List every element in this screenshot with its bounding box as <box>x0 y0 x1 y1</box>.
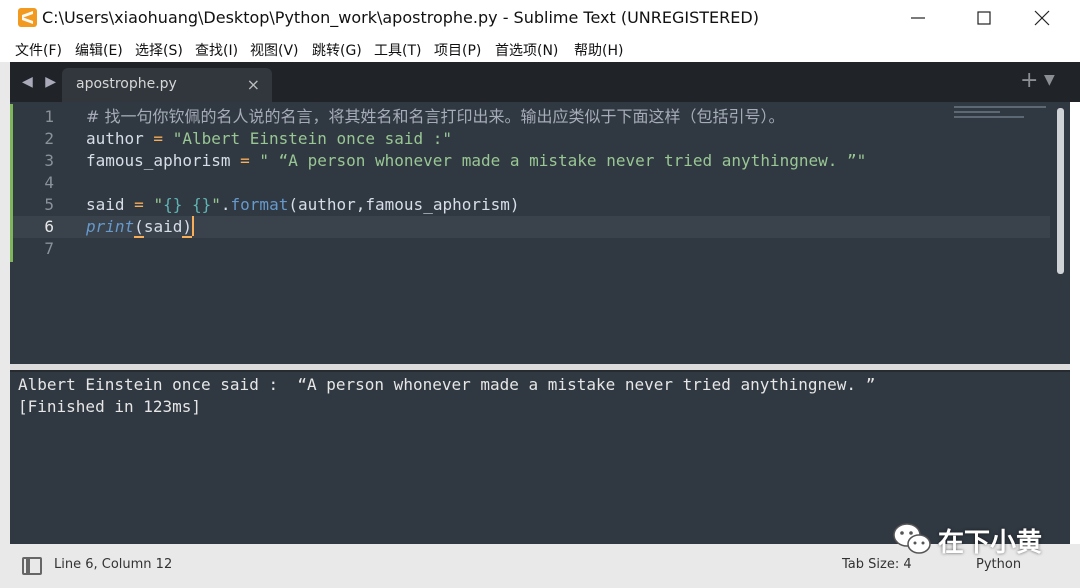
argument: said <box>143 217 183 236</box>
output-line: Albert Einstein once said : “A person wh… <box>18 375 876 394</box>
code-line-3[interactable]: 3 famous_aphorism = " “A person whonever… <box>10 150 1050 172</box>
new-tab-icon[interactable]: + <box>1020 68 1038 93</box>
tab-nav-arrows-icon[interactable]: ◀ ▶ <box>22 74 60 90</box>
menu-find[interactable]: 查找(I) <box>195 40 238 60</box>
line-number: 7 <box>44 239 54 258</box>
minimap[interactable] <box>954 106 1054 126</box>
maximize-button[interactable] <box>962 4 1006 32</box>
minimize-icon <box>911 17 925 19</box>
watermark-text: 在下小黄 <box>938 528 1043 558</box>
tab-menu-icon[interactable]: ▼ <box>1044 72 1055 88</box>
line-number: 5 <box>44 195 54 214</box>
menu-edit[interactable]: 编辑(E) <box>75 40 123 60</box>
dot: . <box>220 195 231 214</box>
line-number: 2 <box>44 129 54 148</box>
format-placeholder: {} <box>191 195 212 214</box>
wechat-icon <box>893 523 931 554</box>
matched-paren: ( <box>134 217 144 238</box>
menu-selection[interactable]: 选择(S) <box>135 40 183 60</box>
comment: # 找一句你钦佩的名人说的名言，将其姓名和名言打印出来。输出应类似于下面这样（包… <box>86 107 785 126</box>
tab-apostrophe-py[interactable]: apostrophe.py × <box>62 68 272 102</box>
string-quote: " <box>211 195 221 214</box>
operator: = <box>230 151 260 170</box>
sublime-app-icon <box>18 8 37 27</box>
sidebar-toggle-icon[interactable] <box>22 557 42 575</box>
text-cursor <box>191 216 194 236</box>
string-quote: " <box>153 195 164 214</box>
menu-project[interactable]: 项目(P) <box>434 40 481 60</box>
line-number: 1 <box>44 107 54 126</box>
tab-bar: ◀ ▶ apostrophe.py × + ▼ <box>10 62 1080 102</box>
code-line-5[interactable]: 5 said = "{} {}".format(author,famous_ap… <box>10 194 1050 216</box>
builtin-function: print <box>86 217 135 236</box>
string-space <box>182 195 192 214</box>
format-placeholder: {} <box>163 195 183 214</box>
string-literal: "Albert Einstein once said :" <box>172 129 453 148</box>
output-line: [Finished in 123ms] <box>18 397 202 416</box>
arguments: (author,famous_aphorism) <box>288 195 520 214</box>
close-button[interactable] <box>1020 4 1064 32</box>
matched-paren: ) <box>182 217 192 238</box>
menu-tools[interactable]: 工具(T) <box>374 40 421 60</box>
operator: = <box>143 129 173 148</box>
code-line-2[interactable]: 2 author = "Albert Einstein once said :" <box>10 128 1050 150</box>
watermark: 在下小黄 <box>892 520 1062 560</box>
code-line-6[interactable]: 6 print(said) <box>10 216 1050 238</box>
variable: author <box>86 129 144 148</box>
code-line-7[interactable]: 7 <box>10 238 1050 260</box>
cursor-position: Line 6, Column 12 <box>54 557 173 572</box>
code-line-4[interactable]: 4 <box>10 172 1050 194</box>
window-title: C:\Users\xiaohuang\Desktop\Python_work\a… <box>42 8 759 27</box>
method-name: format <box>230 195 289 214</box>
minimize-button[interactable] <box>896 4 940 32</box>
menu-goto[interactable]: 跳转(G) <box>312 40 362 60</box>
variable: famous_aphorism <box>86 151 231 170</box>
menu-help[interactable]: 帮助(H) <box>574 40 623 60</box>
maximize-icon <box>977 11 991 25</box>
line-number: 4 <box>44 173 54 192</box>
string-literal: " “A person whonever made a mistake neve… <box>259 151 867 170</box>
code-editor[interactable]: 1 # 找一句你钦佩的名人说的名言，将其姓名和名言打印出来。输出应类似于下面这样… <box>10 102 1070 364</box>
background-window-edge <box>0 62 10 588</box>
vertical-scrollbar[interactable] <box>1057 108 1064 274</box>
line-number: 6 <box>44 217 54 236</box>
tab-label: apostrophe.py <box>76 76 177 92</box>
menu-file[interactable]: 文件(F) <box>15 40 62 60</box>
menu-view[interactable]: 视图(V) <box>250 40 299 60</box>
title-bar: C:\Users\xiaohuang\Desktop\Python_work\a… <box>0 0 1080 36</box>
operator: = <box>124 195 154 214</box>
code-line-1[interactable]: 1 # 找一句你钦佩的名人说的名言，将其姓名和名言打印出来。输出应类似于下面这样… <box>10 106 1050 128</box>
tab-close-icon[interactable]: × <box>247 75 260 94</box>
line-number: 3 <box>44 151 54 170</box>
close-icon <box>1034 10 1050 26</box>
variable: said <box>86 195 125 214</box>
menu-preferences[interactable]: 首选项(N) <box>495 40 558 60</box>
menu-bar: 文件(F) 编辑(E) 选择(S) 查找(I) 视图(V) 跳转(G) 工具(T… <box>0 36 1080 62</box>
